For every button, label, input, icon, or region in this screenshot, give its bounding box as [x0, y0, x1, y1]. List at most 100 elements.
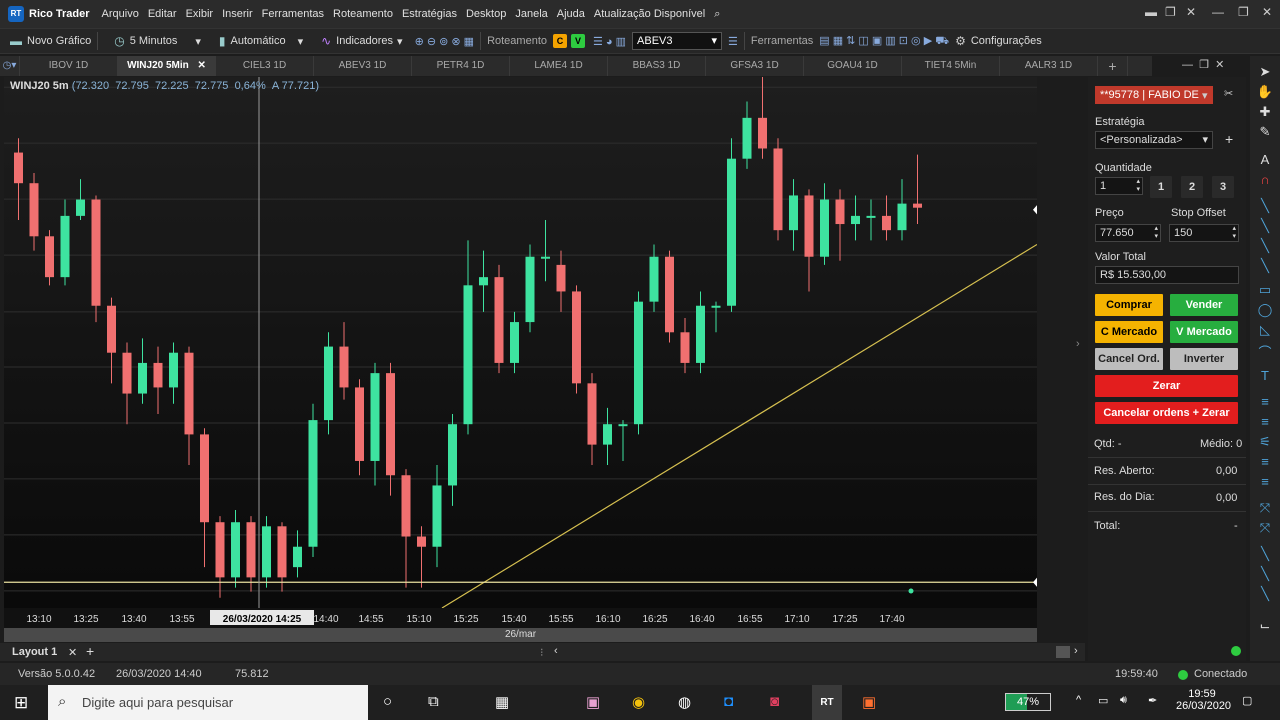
minimize-inner-icon[interactable]: ▬	[1145, 5, 1157, 19]
tool-icons[interactable]: ▤ ▦ ⇅ ◫ ▣ ▥ ⊡ ◎ ▶ ⛟	[819, 34, 949, 49]
stepper-icon[interactable]: ▴ ▾	[1154, 225, 1158, 241]
chart-scrollbar[interactable]: 26/mar	[4, 628, 1037, 642]
scroll-thumb[interactable]	[1056, 646, 1070, 658]
search-icon[interactable]: ⌕	[714, 8, 720, 21]
restore-icon[interactable]: ❐	[1238, 5, 1249, 19]
qty-preset-3[interactable]: 3	[1212, 176, 1234, 198]
menu-desktop[interactable]: Desktop	[466, 8, 506, 20]
chart-canvas[interactable]: 78.25077.97677.70277.42877.1576.8876.606…	[4, 77, 1037, 608]
app-icon[interactable]: ▣	[862, 693, 876, 711]
taskbar-clock[interactable]: 19:59 26/03/2020	[1176, 688, 1231, 712]
pattern-icon[interactable]: ⤧	[1250, 500, 1280, 516]
app-icon[interactable]: ◘	[724, 693, 733, 710]
trendline-icon[interactable]: ╲	[1250, 198, 1280, 214]
tab-tiet4[interactable]: TIET4 5Min	[902, 56, 1000, 76]
taskbar-search[interactable]: ⌕ Digite aqui para pesquisar	[48, 685, 368, 720]
paint-icon[interactable]: ▣	[586, 693, 600, 711]
cortana-icon[interactable]: ○	[383, 693, 392, 710]
pen-icon[interactable]: ✒	[1148, 694, 1157, 707]
stepper-icon[interactable]: ▴ ▾	[1232, 225, 1236, 241]
tab-abev3[interactable]: ABEV3 1D	[314, 56, 412, 76]
tab-goau4[interactable]: GOAU4 1D	[804, 56, 902, 76]
rico-trader-taskbar-icon[interactable]: RT	[812, 685, 842, 720]
menu-ajuda[interactable]: Ajuda	[557, 8, 585, 20]
cancel-zero-button[interactable]: Cancelar ordens + Zerar	[1095, 402, 1238, 424]
ellipse-icon[interactable]: ◯	[1250, 302, 1280, 318]
chevron-down-icon[interactable]: ▾	[1202, 89, 1208, 102]
xabcd-icon[interactable]: ⤧	[1250, 520, 1280, 536]
crosshair-icon[interactable]: ✚	[1250, 104, 1280, 120]
tab-ibov[interactable]: IBOV 1D	[20, 56, 118, 76]
zero-button[interactable]: Zerar	[1095, 375, 1238, 397]
close-tab-icon[interactable]: ✕	[198, 60, 206, 71]
fib-fan-icon[interactable]: ⚟	[1250, 434, 1280, 450]
qty-input[interactable]: 1 ▴ ▾	[1095, 177, 1143, 195]
add-strategy-icon[interactable]: +	[1225, 131, 1233, 147]
qty-preset-1[interactable]: 1	[1150, 176, 1172, 198]
cancel-orders-button[interactable]: Cancel Ord.	[1095, 348, 1163, 370]
fibonacci-icon[interactable]: ≡	[1250, 394, 1280, 409]
invert-button[interactable]: Inverter	[1170, 348, 1238, 370]
symbol-input[interactable]: ABEV3 ▾	[632, 32, 723, 50]
layout-tab[interactable]: Layout 1	[12, 646, 57, 658]
unlink-icon[interactable]: ✂	[1224, 87, 1233, 100]
stop-offset-input[interactable]: 150 ▴ ▾	[1169, 224, 1239, 242]
account-select[interactable]: **95778 | FABIO DE	[1095, 86, 1213, 104]
qty-preset-2[interactable]: 2	[1181, 176, 1203, 198]
zoom-tools[interactable]: ⊕ ⊖ ⊚ ⊗ ▦	[415, 35, 475, 48]
menu-update[interactable]: Atualização Disponível	[594, 8, 705, 20]
menu-editar[interactable]: Editar	[148, 8, 177, 20]
menu-arquivo[interactable]: Arquivo	[102, 8, 139, 20]
task-view-icon[interactable]: ⧉	[428, 693, 439, 710]
tab-menu-icon[interactable]: ◷▾	[0, 56, 20, 76]
tab-petr4[interactable]: PETR4 1D	[412, 56, 510, 76]
interval-select[interactable]: ◷ 5 Minutos ▾	[114, 34, 201, 48]
tools-menu[interactable]: Ferramentas	[751, 35, 813, 47]
book-tools[interactable]: ☰ ◕ ▥	[593, 35, 626, 48]
list-icon[interactable]: ☰	[728, 35, 738, 48]
hand-icon[interactable]: ✋	[1250, 84, 1280, 100]
calculator-icon[interactable]: ▦	[495, 693, 509, 711]
triangle-icon[interactable]: ◺	[1250, 322, 1280, 338]
sell-market-button[interactable]: V Mercado	[1170, 321, 1238, 343]
close-layout-icon[interactable]: ✕	[68, 646, 77, 659]
pencil-icon[interactable]: ✎	[1250, 124, 1280, 140]
menu-roteamento[interactable]: Roteamento	[333, 8, 393, 20]
app-icon[interactable]: ◙	[770, 693, 779, 710]
text-box-icon[interactable]: A	[1250, 152, 1280, 167]
menu-janela[interactable]: Janela	[515, 8, 547, 20]
mode-select[interactable]: ▮ Automático ▾	[219, 34, 303, 48]
tab-window-controls[interactable]: — ❐ ✕	[1182, 58, 1224, 71]
tab-aalr3[interactable]: AALR3 1D	[1000, 56, 1098, 76]
menu-inserir[interactable]: Inserir	[222, 8, 253, 20]
price-input[interactable]: 77.650 ▴ ▾	[1095, 224, 1161, 242]
chrome-icon[interactable]: ◉	[632, 693, 645, 711]
tab-winj20[interactable]: WINJ20 5Min ✕	[118, 56, 216, 76]
battery-indicator[interactable]: 47%	[1005, 693, 1051, 711]
battery-icon[interactable]: ▭	[1098, 694, 1108, 707]
restore-inner-icon[interactable]: ❐	[1165, 5, 1176, 19]
routing-c-badge[interactable]: C	[553, 34, 567, 48]
buy-button[interactable]: Comprar	[1095, 294, 1163, 316]
add-tab-icon[interactable]: +	[1098, 56, 1128, 76]
gann-fan-icon[interactable]: ╲	[1250, 566, 1280, 582]
sell-button[interactable]: Vender	[1170, 294, 1238, 316]
windows-start-icon[interactable]: ⊞	[14, 693, 28, 713]
routing-v-badge[interactable]: V	[571, 34, 585, 48]
routing-toggle[interactable]: Roteamento C V	[487, 34, 589, 48]
menu-estrategias[interactable]: Estratégias	[402, 8, 457, 20]
strategy-select[interactable]: <Personalizada> ▾	[1095, 131, 1213, 149]
menu-exibir[interactable]: Exibir	[186, 8, 214, 20]
collapse-panel-icon[interactable]: ›	[1076, 338, 1080, 350]
tray-chevron-icon[interactable]: ^	[1076, 694, 1081, 706]
menu-ferramentas[interactable]: Ferramentas	[262, 8, 324, 20]
price-chart[interactable]: 78.250 77.976 77.702 77.428 77.15 76.88 76.606…	[4, 77, 1037, 608]
text-icon[interactable]: T	[1250, 368, 1280, 383]
stepper-icon[interactable]: ▴ ▾	[1136, 178, 1140, 194]
chevron-left-icon[interactable]: ‹	[554, 645, 558, 657]
rectangle-icon[interactable]: ▭	[1250, 282, 1280, 298]
arc-icon[interactable]: ⌒	[1250, 342, 1280, 361]
volume-icon[interactable]: 🔊︎	[1120, 694, 1127, 707]
cursor-icon[interactable]: ➤	[1250, 64, 1280, 80]
magnet-icon[interactable]: ∩	[1250, 172, 1280, 187]
